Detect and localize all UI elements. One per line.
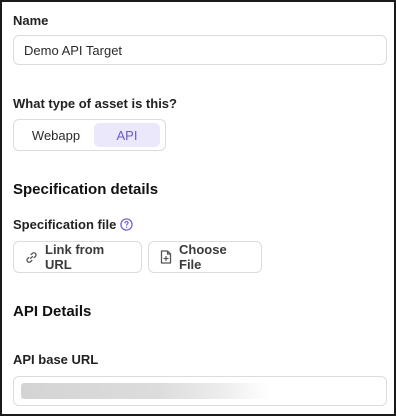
asset-type-label: What type of asset is this? bbox=[13, 96, 177, 111]
spec-section-title: Specification details bbox=[13, 181, 159, 198]
asset-type-toggle: Webapp API bbox=[13, 119, 166, 151]
api-details-title: API Details bbox=[13, 303, 92, 320]
choose-file-label: Choose File bbox=[179, 242, 227, 272]
link-from-url-button[interactable]: Link from URL bbox=[13, 241, 142, 273]
help-circle-icon[interactable] bbox=[120, 218, 133, 231]
file-plus-icon bbox=[160, 250, 172, 264]
asset-type-option-api[interactable]: API bbox=[94, 123, 160, 147]
name-input[interactable]: Demo API Target bbox=[13, 35, 387, 65]
name-label: Name bbox=[13, 13, 49, 28]
choose-file-button[interactable]: Choose File bbox=[148, 241, 262, 273]
api-base-url-input[interactable] bbox=[13, 376, 387, 406]
name-input-value: Demo API Target bbox=[24, 42, 123, 58]
asset-type-option-webapp[interactable]: Webapp bbox=[18, 123, 94, 147]
spec-file-label: Specification file bbox=[13, 217, 117, 232]
link-from-url-label: Link from URL bbox=[45, 242, 105, 272]
api-base-url-label: API base URL bbox=[13, 352, 99, 367]
form-panel: Name Demo API Target What type of asset … bbox=[0, 0, 396, 416]
link-icon bbox=[26, 251, 37, 263]
redacted-url-value bbox=[21, 383, 269, 399]
